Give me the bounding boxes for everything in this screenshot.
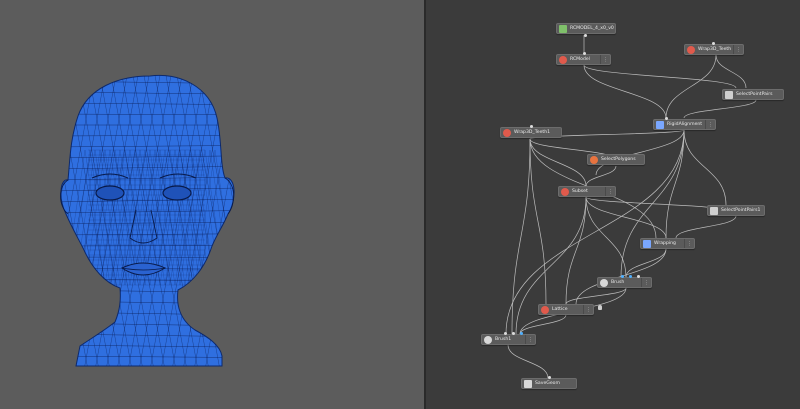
- bulb-icon[interactable]: [598, 305, 602, 310]
- node-connection: [585, 196, 627, 278]
- brush-icon: [484, 335, 492, 344]
- node-selectpointpairs[interactable]: SelectPointPairs: [722, 89, 784, 100]
- lattice-icon: [541, 305, 549, 314]
- right-eye: [162, 185, 192, 201]
- node-brush[interactable]: Brush ⋮: [597, 277, 652, 288]
- node-menu-icon[interactable]: ⋮: [600, 55, 610, 64]
- node-menu-icon[interactable]: ⋮: [733, 45, 743, 54]
- head-wireframe-mesh: [60, 74, 235, 367]
- node-connection: [665, 54, 717, 119]
- node-connection: [585, 165, 617, 187]
- node-connection: [683, 99, 757, 119]
- model-icon: [687, 45, 695, 54]
- node-lattice[interactable]: Lattice ⋮: [538, 304, 594, 315]
- node-menu-icon[interactable]: ⋮: [583, 305, 593, 314]
- node-input-pin[interactable]: [548, 376, 551, 379]
- node-brush1[interactable]: Brush1 ⋮: [481, 334, 536, 345]
- node-savegeom[interactable]: SaveGeom: [521, 378, 577, 389]
- node-rcmodel-file[interactable]: RCMODEL_4_x0_v0: [556, 23, 616, 34]
- node-connection: [683, 129, 727, 206]
- node-menu-icon[interactable]: ⋮: [605, 187, 615, 196]
- subset-icon: [561, 187, 569, 196]
- save-icon: [524, 379, 532, 388]
- node-input-pin[interactable]: [712, 42, 715, 45]
- node-input-pin[interactable]: [665, 117, 668, 120]
- wrap-icon: [643, 239, 651, 248]
- node-menu-icon[interactable]: ⋮: [705, 120, 715, 129]
- left-eye: [95, 185, 125, 201]
- 3d-viewport[interactable]: [0, 0, 424, 409]
- model-icon: [559, 55, 567, 64]
- node-connection: [565, 287, 627, 305]
- node-connection: [529, 138, 587, 187]
- file-icon: [559, 24, 567, 33]
- node-input-pin[interactable]: [512, 332, 515, 335]
- node-connection: [507, 344, 549, 379]
- node-graph-editor[interactable]: RCMODEL_4_x0_v0 RCModel ⋮ Wrap3D_Teeth ⋮…: [426, 0, 800, 409]
- polygon-icon: [590, 155, 598, 164]
- node-menu-icon[interactable]: ⋮: [684, 239, 694, 248]
- node-wrap3d-teeth[interactable]: Wrap3D_Teeth ⋮: [684, 44, 744, 55]
- node-connection: [583, 64, 667, 119]
- points-icon: [725, 90, 733, 99]
- node-rcmodel[interactable]: RCModel ⋮: [556, 54, 611, 65]
- node-menu-icon[interactable]: ⋮: [525, 335, 535, 344]
- node-wrap3d-teeth1[interactable]: Wrap3D_Teeth1: [500, 127, 562, 138]
- node-wrapping[interactable]: Wrapping ⋮: [640, 238, 695, 249]
- node-menu-icon[interactable]: ⋮: [641, 278, 651, 287]
- node-rigidalignment[interactable]: RigidAlignment ⋮: [653, 119, 716, 130]
- node-connection: [583, 64, 737, 89]
- node-input-pin[interactable]: [621, 275, 624, 278]
- node-input-pin[interactable]: [520, 332, 523, 335]
- node-selectpointpairs1[interactable]: SelectPointPairs1: [707, 205, 765, 216]
- node-connection: [675, 215, 737, 239]
- brush-icon: [600, 278, 608, 287]
- node-input-pin[interactable]: [637, 275, 640, 278]
- align-icon: [656, 120, 664, 129]
- node-input-pin[interactable]: [629, 275, 632, 278]
- node-input-pin[interactable]: [504, 332, 507, 335]
- node-selectpolygons[interactable]: SelectPolygons: [587, 154, 645, 165]
- node-connection: [565, 196, 587, 305]
- node-connection: [665, 129, 685, 239]
- node-input-pin[interactable]: [530, 125, 533, 128]
- model-icon: [503, 128, 511, 137]
- head-mesh-surface: [60, 74, 235, 367]
- node-connection: [595, 129, 685, 176]
- node-input-pin[interactable]: [583, 52, 586, 55]
- points-icon: [710, 206, 718, 215]
- node-output-pin[interactable]: [584, 34, 587, 37]
- node-subset[interactable]: Subset ⋮: [558, 186, 616, 197]
- node-connection: [715, 54, 747, 89]
